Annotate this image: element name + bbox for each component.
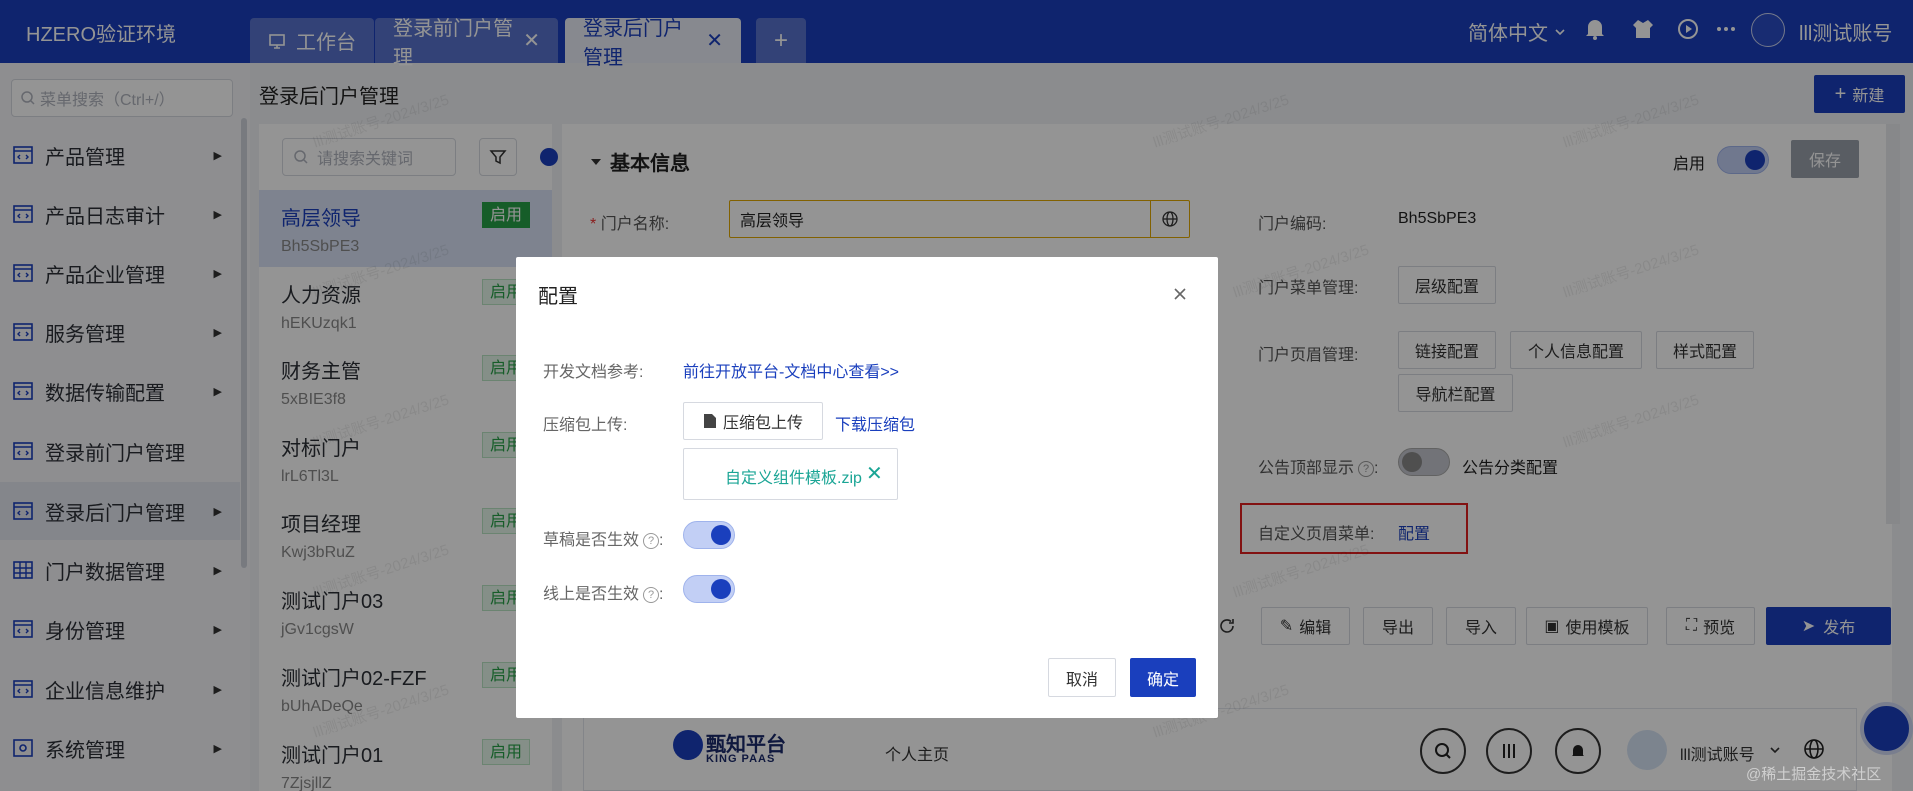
modal-title: 配置 [538,286,578,308]
remove-file-icon[interactable]: ✕ [866,461,883,486]
upload-label: 压缩包上传: [543,417,628,434]
cancel-button[interactable]: 取消 [1048,658,1116,697]
file-icon [703,414,716,428]
close-icon[interactable] [1169,283,1191,305]
help-icon[interactable]: ? [643,586,660,603]
online-effective-text: 线上是否生效 [543,586,640,603]
zip-upload-button[interactable]: 压缩包上传 [683,402,823,440]
doc-ref-label: 开发文档参考: [543,364,644,381]
toggle-knob [711,525,731,545]
draft-effective-toggle[interactable] [683,521,735,549]
online-effective-toggle[interactable] [683,575,735,603]
doc-center-link[interactable]: 前往开放平台-文档中心查看>> [683,358,899,382]
download-zip-link[interactable]: 下载压缩包 [835,411,915,435]
draft-effective-label: 草稿是否生效?: [543,526,663,550]
online-effective-label: 线上是否生效?: [543,580,663,604]
uploaded-file-name[interactable]: 自定义组件模板.zip [725,464,862,488]
draft-effective-text: 草稿是否生效 [543,532,640,549]
colon: : [659,532,664,549]
toggle-knob [711,579,731,599]
help-icon[interactable]: ? [643,532,660,549]
zip-upload-label: 压缩包上传 [722,415,803,432]
colon: : [659,586,664,603]
footer-watermark: @稀土掘金技术社区 [1746,766,1882,783]
confirm-button[interactable]: 确定 [1130,658,1196,697]
